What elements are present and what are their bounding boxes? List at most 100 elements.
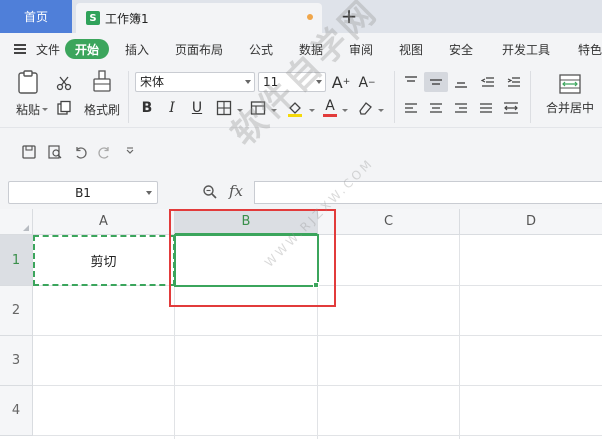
align-left-button[interactable] [401, 98, 421, 118]
tab-bar: 首页 S 工作簿1 + [0, 0, 602, 33]
font-name-select[interactable]: 宋体 [135, 72, 255, 92]
magnifier-icon [203, 185, 217, 199]
font-size-select[interactable]: 11 [258, 72, 326, 92]
clipboard-icon [18, 70, 38, 94]
distribute-button[interactable] [501, 98, 521, 118]
undo-button[interactable] [71, 143, 89, 161]
borders-button[interactable] [214, 99, 234, 117]
format-painter-button[interactable]: 格式刷 [82, 69, 122, 118]
align-bottom-button[interactable] [451, 72, 471, 92]
align-top-button[interactable] [401, 72, 421, 92]
save-button[interactable] [20, 143, 38, 161]
menu-security[interactable]: 安全 [449, 41, 473, 58]
menu-features[interactable]: 特色 [578, 41, 602, 58]
align-middle-icon [430, 79, 442, 85]
print-preview-button[interactable] [46, 143, 64, 161]
align-center-button[interactable] [426, 98, 446, 118]
bold-button[interactable]: B [139, 99, 155, 117]
paste-button[interactable]: 粘贴 [10, 69, 46, 118]
column-header-d[interactable]: D [460, 209, 602, 235]
font-color-button[interactable]: A [321, 98, 339, 118]
align-right-icon [455, 103, 467, 113]
hamburger-menu-icon[interactable] [14, 44, 26, 54]
home-tab-label: 首页 [23, 10, 48, 24]
increase-indent-button[interactable] [504, 72, 524, 92]
grow-font-glyph: A [331, 72, 343, 92]
quick-access-toolbar [0, 127, 602, 173]
home-tab[interactable]: 首页 [0, 0, 72, 33]
font-color-bar [323, 114, 337, 117]
justify-icon [480, 103, 492, 113]
workbook-tab[interactable]: S 工作簿1 [76, 3, 322, 33]
ribbon-separator [128, 71, 129, 123]
align-left-icon [405, 103, 417, 113]
paintbrush-icon [93, 70, 111, 92]
column-header-c[interactable]: C [318, 209, 460, 235]
underline-button[interactable]: U [189, 99, 205, 117]
fill-color-dropdown-icon[interactable] [309, 109, 315, 112]
decrease-indent-button[interactable] [478, 72, 498, 92]
font-color-dropdown-icon[interactable] [342, 109, 348, 112]
menu-formulas[interactable]: 公式 [249, 41, 273, 58]
table-style-icon [250, 101, 266, 115]
spreadsheet-icon: S [86, 11, 100, 25]
paint-bucket-icon [288, 102, 302, 117]
row-header-3[interactable]: 3 [0, 336, 33, 386]
menu-view[interactable]: 视图 [399, 41, 423, 58]
menu-start[interactable]: 开始 [65, 39, 109, 59]
indent-icon [507, 77, 520, 87]
name-box[interactable]: B1 [8, 181, 158, 204]
menu-developer[interactable]: 开发工具 [502, 41, 550, 58]
formula-bar: B1 fx [0, 173, 602, 209]
italic-button[interactable]: I [164, 99, 180, 117]
zoom-formula-button[interactable] [201, 183, 219, 201]
fill-color-button[interactable] [284, 98, 306, 118]
paste-dropdown-icon[interactable] [42, 108, 48, 111]
menu-review[interactable]: 审阅 [349, 41, 373, 58]
menu-insert[interactable]: 插入 [125, 41, 149, 58]
chevron-down-icon [146, 191, 152, 195]
new-tab-button[interactable]: + [338, 4, 360, 28]
menu-data[interactable]: 数据 [299, 41, 323, 58]
eraser-icon [359, 102, 372, 115]
borders-icon [216, 100, 232, 116]
formula-input[interactable] [254, 181, 602, 204]
grow-font-button[interactable]: A + [331, 72, 351, 92]
row-header-1[interactable]: 1 [0, 235, 33, 286]
shrink-font-button[interactable]: A − [358, 73, 376, 93]
chevron-down-icon [245, 80, 251, 84]
merge-cells-icon [559, 74, 581, 94]
clear-dropdown-icon[interactable] [378, 109, 384, 112]
insert-function-button[interactable]: fx [229, 182, 243, 200]
highlight-annotation-box [169, 209, 336, 307]
font-color-glyph: A [325, 98, 335, 114]
cell-style-button[interactable] [248, 99, 268, 117]
redo-button[interactable] [96, 143, 114, 161]
ribbon-separator [530, 71, 531, 123]
row-header-4[interactable]: 4 [0, 386, 33, 436]
align-right-button[interactable] [451, 98, 471, 118]
justify-button[interactable] [476, 98, 496, 118]
menu-file[interactable]: 文件 [36, 41, 60, 58]
row-header-2[interactable]: 2 [0, 286, 33, 336]
select-all-button[interactable] [0, 209, 33, 235]
cell-style-dropdown-icon[interactable] [271, 109, 277, 112]
ribbon-separator [394, 71, 395, 123]
redo-icon [98, 147, 109, 159]
column-header-a[interactable]: A [33, 209, 175, 235]
align-bottom-icon [455, 82, 467, 88]
cut-marquee [33, 235, 175, 286]
copy-button[interactable] [54, 98, 74, 118]
workbook-tab-label: 工作簿1 [105, 11, 149, 26]
borders-dropdown-icon[interactable] [237, 109, 243, 112]
align-middle-button[interactable] [424, 72, 448, 92]
customize-toolbar-button[interactable] [121, 143, 139, 161]
clear-format-button[interactable] [355, 98, 375, 118]
spreadsheet-grid[interactable]: A B C D 1 2 3 4 剪切 [0, 209, 602, 439]
name-box-value: B1 [75, 185, 91, 200]
merge-center-button[interactable]: 合并居中 [540, 73, 600, 116]
chevron-down-icon [126, 147, 134, 154]
cut-button[interactable] [54, 73, 74, 93]
menu-page-layout[interactable]: 页面布局 [175, 41, 223, 58]
ribbon: 粘贴 格式刷 宋体 11 A + A − B I U A 合并居中 [0, 65, 602, 127]
